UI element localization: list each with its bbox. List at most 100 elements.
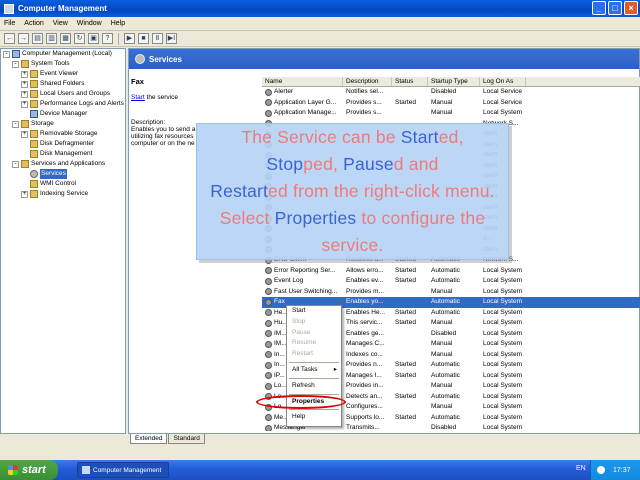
callout-text: The Service can be Started, Stopped, Pau… xyxy=(210,127,495,255)
properties-icon[interactable]: ▦ xyxy=(60,33,71,44)
tree-node[interactable]: + Performance Logs and Alerts xyxy=(1,99,125,109)
start-button[interactable]: start xyxy=(0,460,58,480)
maximize-button[interactable]: □ xyxy=(608,1,622,15)
column-header-log-on-as[interactable]: Log On As xyxy=(480,77,526,86)
tree-node[interactable]: - System Tools xyxy=(1,59,125,69)
collapse-icon[interactable]: - xyxy=(3,50,10,58)
pause-icon[interactable]: Ⅱ xyxy=(152,33,163,44)
cell-startup-type: Manual xyxy=(431,287,453,295)
taskbar-item-computer-management[interactable]: Computer Management xyxy=(77,462,169,478)
refresh-icon[interactable]: ↻ xyxy=(74,33,85,44)
cell-status xyxy=(392,402,428,413)
expand-icon[interactable]: + xyxy=(21,90,28,98)
forward-icon[interactable]: → xyxy=(18,33,29,44)
cell-log-on-as: Local System xyxy=(483,392,523,400)
tab-extended[interactable]: Extended xyxy=(130,434,168,444)
column-header-status[interactable]: Status xyxy=(392,77,428,86)
tree-node[interactable]: Device Manager xyxy=(1,109,125,119)
clock: 17:37 xyxy=(613,466,631,474)
context-menu-refresh[interactable]: Refresh xyxy=(287,381,341,392)
tree-node[interactable]: Services xyxy=(1,169,125,179)
cell-description: Enables ev... xyxy=(346,277,384,284)
table-row[interactable]: Alerter Notifies sel... Disabled Local Serv… xyxy=(262,87,640,98)
expand-icon[interactable]: + xyxy=(21,100,28,108)
collapse-icon[interactable]: - xyxy=(12,160,19,168)
play-icon[interactable]: ▶ xyxy=(124,33,135,44)
tree-node[interactable]: + Indexing Service xyxy=(1,189,125,199)
column-header-name[interactable]: Name xyxy=(262,77,343,86)
show-hide-tree-icon[interactable]: ▥ xyxy=(46,33,57,44)
start-service-link[interactable]: Start xyxy=(131,94,145,101)
cell-description: Enables ge... xyxy=(346,329,384,337)
menu-help[interactable]: Help xyxy=(111,20,125,27)
tree-node[interactable]: + Event Viewer xyxy=(1,69,125,79)
expand-icon[interactable]: + xyxy=(21,190,28,198)
tree-node[interactable]: - Storage xyxy=(1,119,125,129)
menu-action[interactable]: Action xyxy=(24,20,43,27)
context-menu-pause: Pause xyxy=(292,328,311,336)
services-header-title: Services xyxy=(149,54,182,64)
tree-node[interactable]: + Local Users and Groups xyxy=(1,89,125,99)
menu-file[interactable]: File xyxy=(4,20,15,27)
tray-security-icon[interactable] xyxy=(597,466,605,474)
table-row[interactable]: Application Manage... Provides s... Manual… xyxy=(262,108,640,119)
back-icon[interactable]: ← xyxy=(4,33,15,44)
tree-node[interactable]: Disk Defragmenter xyxy=(1,139,125,149)
cell-log-on-as: Local System xyxy=(483,329,523,337)
menu-view[interactable]: View xyxy=(53,20,68,27)
tree-node-label: Local Users and Groups xyxy=(40,90,111,97)
cell-log-on-as: Local System xyxy=(483,109,523,116)
tool-icon xyxy=(21,120,29,128)
cell-description: This servic... xyxy=(346,319,383,326)
tree-node[interactable]: WMI Control xyxy=(1,179,125,189)
language-indicator[interactable]: EN xyxy=(576,465,586,472)
cell-startup-type: Automatic xyxy=(431,266,460,274)
tree-node[interactable]: Disk Management xyxy=(1,149,125,159)
tree-node[interactable]: + Removable Storage xyxy=(1,129,125,139)
up-icon[interactable]: ▤ xyxy=(32,33,43,44)
restart-icon[interactable]: ▶Ⅰ xyxy=(166,33,177,44)
tree-node-label: Storage xyxy=(31,120,54,127)
export-icon[interactable]: ▣ xyxy=(88,33,99,44)
tab-standard[interactable]: Standard xyxy=(168,434,205,444)
cell-status xyxy=(392,339,428,350)
cell-status: Started xyxy=(395,371,416,379)
table-row[interactable]: Application Layer G... Provides s... Start… xyxy=(262,98,640,109)
tree-node[interactable]: - Computer Management (Local) xyxy=(1,49,125,59)
service-detail-title: Fax xyxy=(131,77,144,86)
table-row[interactable]: Event Log Enables ev... Started Automatic Lo… xyxy=(262,276,640,287)
collapse-icon[interactable]: - xyxy=(12,120,19,128)
window-titlebar[interactable]: Computer Management _ □ × xyxy=(0,0,640,17)
tree-node-label: Services and Applications xyxy=(31,160,106,167)
collapse-icon[interactable]: - xyxy=(12,60,19,68)
tree-node[interactable]: - Services and Applications xyxy=(1,159,125,169)
cell-description: Indexes co... xyxy=(346,350,383,358)
cell-startup-type: Manual xyxy=(431,109,453,116)
cell-log-on-as: Local System xyxy=(483,308,523,316)
column-header-description[interactable]: Description xyxy=(343,77,392,86)
cell-status xyxy=(392,87,428,98)
minimize-button[interactable]: _ xyxy=(592,1,606,15)
context-menu-stop: Stop xyxy=(292,317,306,325)
context-menu-all-tasks[interactable]: All Tasks ▸ xyxy=(287,365,341,376)
close-button[interactable]: × xyxy=(624,1,638,15)
context-menu-start[interactable]: Start xyxy=(287,306,341,317)
table-row[interactable]: Error Reporting Ser... Allows erro... Star… xyxy=(262,266,640,277)
expand-icon[interactable]: + xyxy=(21,130,28,138)
menu-window[interactable]: Window xyxy=(77,20,102,27)
table-row[interactable]: Fast User Switching... Provides m... Manua… xyxy=(262,287,640,298)
cell-status xyxy=(392,423,428,431)
cell-name: Application Layer G... xyxy=(262,98,343,109)
console-tree[interactable]: - Computer Management (Local) - System Tool… xyxy=(0,48,126,434)
tree-node[interactable]: + Shared Folders xyxy=(1,79,125,89)
expand-icon[interactable]: + xyxy=(21,80,28,88)
cell-status xyxy=(392,381,428,392)
context-menu-help[interactable]: Help xyxy=(287,412,341,423)
help-icon[interactable]: ? xyxy=(102,33,113,44)
cell-startup-type: Manual xyxy=(431,98,453,106)
tool-icon xyxy=(21,60,29,68)
stop-icon[interactable]: ■ xyxy=(138,33,149,44)
column-header-startup-type[interactable]: Startup Type xyxy=(428,77,480,86)
expand-icon[interactable]: + xyxy=(21,70,28,78)
tree-node-label: Disk Management xyxy=(40,150,93,157)
